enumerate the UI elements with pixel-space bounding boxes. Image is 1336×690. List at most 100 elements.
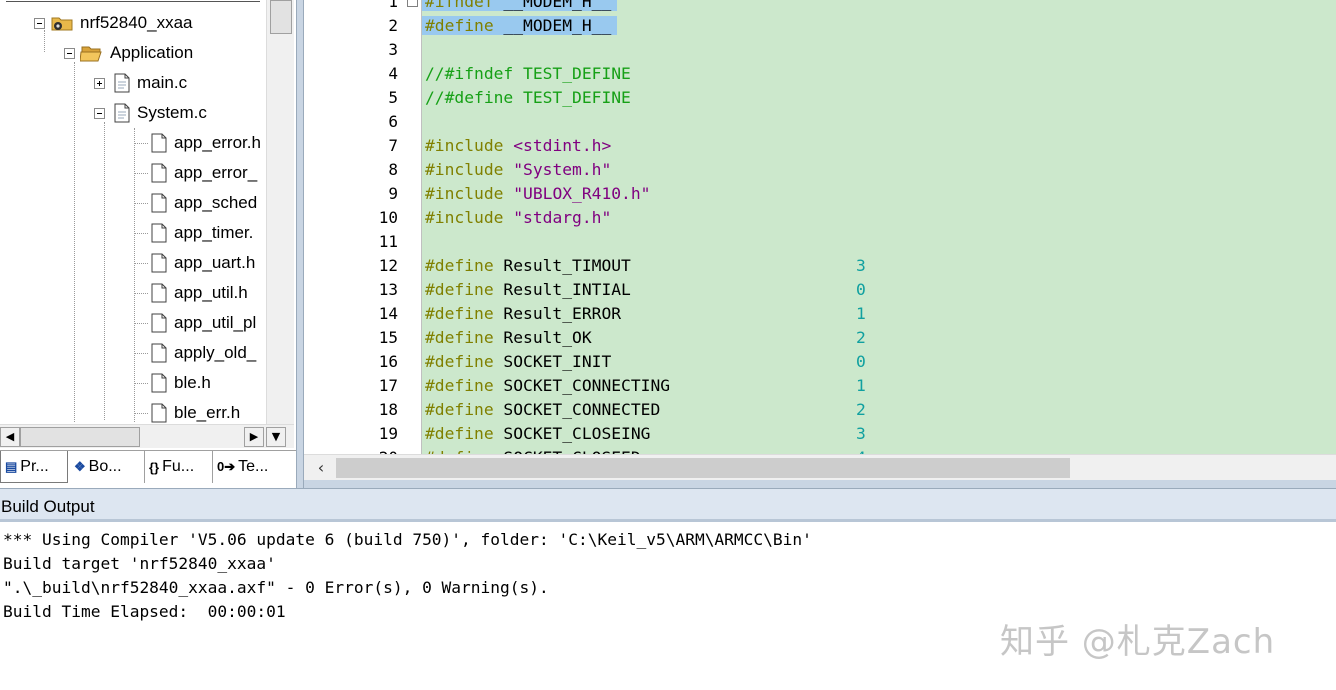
code-line[interactable]: #define Result_TIMOUT 3 bbox=[422, 254, 1336, 278]
code-token: #define bbox=[425, 352, 504, 371]
code-editor[interactable]: 1234567891011121314151617181920 #ifndef … bbox=[304, 0, 1336, 488]
code-token: "System.h" bbox=[513, 160, 612, 179]
line-number: 5 bbox=[388, 88, 398, 107]
collapse-icon[interactable] bbox=[34, 17, 45, 29]
tree-row-system[interactable]: System.c bbox=[94, 100, 207, 126]
tab-books[interactable]: ❖ Bo... bbox=[70, 451, 144, 483]
code-line[interactable]: #define __MODEM_H__ bbox=[422, 14, 1336, 38]
expand-icon[interactable] bbox=[94, 77, 105, 89]
tree-row-header[interactable]: app_util.h bbox=[150, 280, 248, 306]
code-line[interactable]: #include "UBLOX_R410.h" bbox=[422, 182, 1336, 206]
editor-horizontal-scrollbar[interactable]: ‹ bbox=[304, 454, 1336, 480]
tree-row-header[interactable]: app_sched bbox=[150, 190, 257, 216]
project-icon: ▤ bbox=[5, 458, 18, 474]
code-token: __MODEM_H__ bbox=[503, 16, 612, 35]
macro-value: 0 bbox=[856, 280, 866, 299]
scroll-left-icon[interactable]: ‹ bbox=[310, 458, 332, 478]
macro-value: 1 bbox=[856, 304, 866, 323]
file-label: app_util_pl bbox=[174, 313, 257, 332]
code-text: #include "stdarg.h" bbox=[422, 208, 617, 227]
code-line[interactable]: #include "stdarg.h" bbox=[422, 206, 1336, 230]
code-token: SOCKET_INIT bbox=[503, 352, 612, 371]
watermark: 知乎 @札克Zach bbox=[1000, 622, 1276, 662]
code-line[interactable]: #include "System.h" bbox=[422, 158, 1336, 182]
code-line[interactable]: #define SOCKET_CLOSEING 3 bbox=[422, 422, 1336, 446]
tree-row-target[interactable]: nrf52840_xxaa bbox=[34, 10, 192, 36]
code-line[interactable]: #define SOCKET_CONNECTED 2 bbox=[422, 398, 1336, 422]
code-token: #define bbox=[425, 304, 504, 323]
line-number: 10 bbox=[378, 208, 398, 227]
tree-row-header[interactable]: app_timer. bbox=[150, 220, 253, 246]
scroll-thumb[interactable] bbox=[336, 458, 1070, 478]
tree-row-header[interactable]: app_uart.h bbox=[150, 250, 255, 276]
code-token: #ifndef bbox=[425, 0, 504, 11]
code-line[interactable]: //#define TEST_DEFINE bbox=[422, 86, 1336, 110]
code-token: #define bbox=[425, 256, 504, 275]
tree-row-group[interactable]: Application bbox=[64, 40, 193, 66]
line-number: 3 bbox=[388, 40, 398, 59]
build-output-header: Build Output bbox=[0, 488, 1336, 522]
line-number: 6 bbox=[388, 112, 398, 131]
build-output-line: *** Using Compiler 'V5.06 update 6 (buil… bbox=[3, 530, 812, 549]
code-area[interactable]: #ifndef __MODEM_H__ #define __MODEM_H__//… bbox=[422, 0, 1336, 454]
code-line[interactable] bbox=[422, 230, 1336, 254]
line-number: 2 bbox=[388, 16, 398, 35]
scroll-thumb[interactable] bbox=[20, 427, 140, 447]
fold-icon[interactable] bbox=[407, 0, 418, 7]
tab-functions[interactable]: {} Fu... bbox=[144, 451, 212, 483]
code-line[interactable]: #define SOCKET_INIT 0 bbox=[422, 350, 1336, 374]
tree-vertical-scrollbar[interactable] bbox=[266, 0, 294, 424]
code-token: //#define TEST_DEFINE bbox=[425, 88, 631, 107]
c-file-icon bbox=[114, 73, 130, 93]
header-file-icon bbox=[151, 313, 167, 333]
collapse-icon[interactable] bbox=[94, 107, 105, 119]
dropdown-icon[interactable]: ▼ bbox=[266, 427, 286, 447]
tab-project[interactable]: ▤ Pr... bbox=[0, 451, 68, 483]
code-token: #define bbox=[425, 400, 504, 419]
tab-templates[interactable]: 0➔ Te... bbox=[212, 451, 286, 483]
collapse-icon[interactable] bbox=[64, 47, 75, 59]
scroll-left-icon[interactable]: ◀ bbox=[0, 427, 20, 447]
fold-margin[interactable] bbox=[404, 0, 422, 454]
build-output-panel[interactable]: *** Using Compiler 'V5.06 update 6 (buil… bbox=[0, 526, 1336, 690]
macro-value: 0 bbox=[856, 352, 866, 371]
code-token: SOCKET_CLOSEING bbox=[503, 424, 651, 443]
header-file-icon bbox=[151, 133, 167, 153]
tree-row-header[interactable]: apply_old_ bbox=[150, 340, 256, 366]
build-output-line: ".\_build\nrf52840_xxaa.axf" - 0 Error(s… bbox=[3, 578, 549, 597]
code-token: Result_ERROR bbox=[503, 304, 622, 323]
macro-value: 2 bbox=[856, 400, 866, 419]
scroll-right-icon[interactable]: ▶ bbox=[244, 427, 264, 447]
line-number: 1 bbox=[388, 0, 398, 11]
tree-row-header[interactable]: ble_err.h bbox=[150, 400, 240, 424]
code-line[interactable]: #ifndef __MODEM_H__ bbox=[422, 0, 1336, 14]
code-token: //#ifndef TEST_DEFINE bbox=[425, 64, 631, 83]
tree-row-header[interactable]: ble.h bbox=[150, 370, 211, 396]
code-line[interactable]: #define Result_OK 2 bbox=[422, 326, 1336, 350]
panel-splitter[interactable] bbox=[296, 0, 304, 488]
code-line[interactable] bbox=[422, 110, 1336, 134]
code-line[interactable]: #define SOCKET_CLOSEED4 bbox=[422, 446, 1336, 454]
code-line[interactable]: #define Result_INTIAL 0 bbox=[422, 278, 1336, 302]
file-label: ble_err.h bbox=[174, 403, 241, 422]
code-line[interactable]: //#ifndef TEST_DEFINE bbox=[422, 62, 1336, 86]
tree-row-header[interactable]: app_error.h bbox=[150, 130, 261, 156]
line-number: 15 bbox=[378, 328, 398, 347]
c-file-icon bbox=[114, 103, 130, 123]
code-line[interactable]: #define SOCKET_CONNECTING 1 bbox=[422, 374, 1336, 398]
code-line[interactable]: #include <stdint.h> bbox=[422, 134, 1336, 158]
code-text: #define __MODEM_H__ bbox=[422, 16, 618, 35]
code-token: SOCKET_CONNECTING bbox=[503, 376, 671, 395]
code-token: __MODEM_H__ bbox=[503, 0, 612, 11]
code-token: #define bbox=[425, 424, 504, 443]
header-file-icon bbox=[151, 283, 167, 303]
file-label: app_uart.h bbox=[174, 253, 256, 272]
code-line[interactable]: #define Result_ERROR 1 bbox=[422, 302, 1336, 326]
line-number: 11 bbox=[378, 232, 398, 251]
tree-row-header[interactable]: app_error_ bbox=[150, 160, 257, 186]
tree-horizontal-scrollbar[interactable]: ◀ ▶ ▼ bbox=[0, 424, 294, 448]
tree-row-main[interactable]: main.c bbox=[94, 70, 187, 96]
tree-row-header[interactable]: app_util_pl bbox=[150, 310, 256, 336]
code-line[interactable] bbox=[422, 38, 1336, 62]
scroll-thumb[interactable] bbox=[270, 0, 292, 34]
